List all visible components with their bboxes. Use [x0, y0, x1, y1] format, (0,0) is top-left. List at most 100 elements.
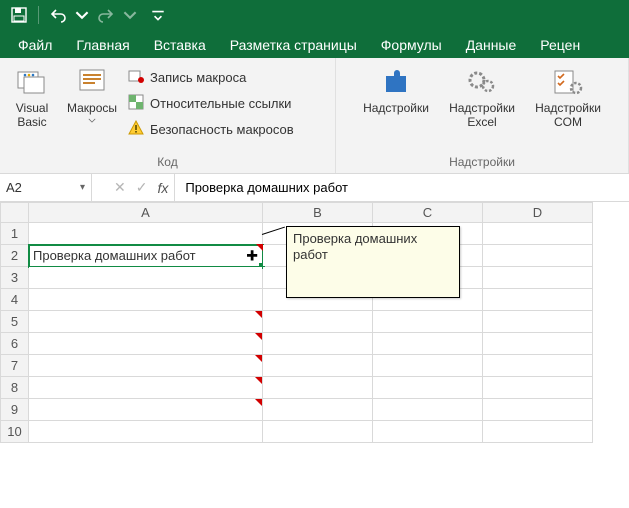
cell[interactable] [29, 355, 263, 377]
column-header[interactable]: D [483, 203, 593, 223]
tab-insert[interactable]: Вставка [142, 32, 218, 58]
cell[interactable] [483, 267, 593, 289]
cell[interactable] [29, 311, 263, 333]
tab-formulas[interactable]: Формулы [369, 32, 454, 58]
ribbon-group-code: Visual Basic Макросы Запись макроса [0, 58, 336, 173]
column-header[interactable]: A [29, 203, 263, 223]
cell[interactable] [373, 421, 483, 443]
cell[interactable] [29, 377, 263, 399]
row-header[interactable]: 9 [1, 399, 29, 421]
chevron-down-icon[interactable]: ▾ [80, 182, 85, 193]
puzzle-icon [380, 66, 412, 98]
visual-basic-button[interactable]: Visual Basic [8, 62, 56, 153]
relative-refs-label: Относительные ссылки [150, 96, 291, 111]
cell[interactable] [263, 399, 373, 421]
worksheet-grid[interactable]: A B C D 1 2 Проверка домашних работ ✚ 3 … [0, 202, 629, 443]
ribbon-tabs: Файл Главная Вставка Разметка страницы Ф… [0, 30, 629, 58]
tab-page-layout[interactable]: Разметка страницы [218, 32, 369, 58]
row-header[interactable]: 7 [1, 355, 29, 377]
cell[interactable] [483, 421, 593, 443]
cell[interactable] [483, 311, 593, 333]
cell[interactable] [263, 311, 373, 333]
row-header[interactable]: 6 [1, 333, 29, 355]
cell[interactable] [263, 355, 373, 377]
ribbon: Visual Basic Макросы Запись макроса [0, 58, 629, 174]
cell[interactable] [373, 377, 483, 399]
column-header[interactable]: C [373, 203, 483, 223]
comment-tooltip[interactable]: Проверка домашних работ [286, 226, 460, 298]
row-header[interactable]: 4 [1, 289, 29, 311]
name-box-value: A2 [6, 180, 22, 195]
confirm-icon[interactable]: ✓ [136, 179, 148, 196]
quick-access-toolbar [0, 0, 629, 30]
group-label-code: Код [8, 153, 327, 171]
cell[interactable] [29, 267, 263, 289]
cell[interactable] [373, 355, 483, 377]
warning-triangle-icon [128, 120, 144, 139]
row-header[interactable]: 1 [1, 223, 29, 245]
comment-text: Проверка домашних работ [293, 231, 417, 262]
comment-indicator-icon [255, 377, 262, 384]
column-header[interactable]: B [263, 203, 373, 223]
relative-refs-button[interactable]: Относительные ссылки [128, 92, 294, 114]
comment-indicator-icon [255, 399, 262, 406]
excel-addins-button[interactable]: Надстройки Excel [442, 62, 522, 153]
com-addins-label: Надстройки COM [528, 102, 608, 130]
row-header[interactable]: 2 [1, 245, 29, 267]
cell[interactable] [29, 333, 263, 355]
tab-data[interactable]: Данные [454, 32, 529, 58]
cell[interactable] [263, 377, 373, 399]
cell[interactable] [483, 377, 593, 399]
cell[interactable] [29, 289, 263, 311]
row-header[interactable]: 5 [1, 311, 29, 333]
tab-home[interactable]: Главная [64, 32, 141, 58]
row-header[interactable]: 10 [1, 421, 29, 443]
tab-file[interactable]: Файл [6, 32, 64, 58]
group-label-addins: Надстройки [344, 153, 620, 171]
undo-icon[interactable] [45, 3, 71, 27]
cell[interactable] [483, 289, 593, 311]
cell[interactable] [373, 399, 483, 421]
relative-refs-icon [128, 94, 144, 113]
cell[interactable] [29, 223, 263, 245]
formula-bar-buttons: ✕ ✓ fx [92, 174, 175, 201]
visual-basic-icon [16, 66, 48, 98]
cell[interactable] [263, 333, 373, 355]
cell[interactable] [483, 333, 593, 355]
cell[interactable] [483, 399, 593, 421]
save-icon[interactable] [6, 3, 32, 27]
checklist-gear-icon [552, 66, 584, 98]
macro-security-button[interactable]: Безопасность макросов [128, 118, 294, 140]
name-box[interactable]: A2 ▾ [0, 174, 92, 201]
redo-icon[interactable] [93, 3, 119, 27]
record-macro-icon [128, 68, 144, 87]
tab-review[interactable]: Рецен [528, 32, 592, 58]
record-macro-button[interactable]: Запись макроса [128, 66, 294, 88]
cell[interactable] [263, 421, 373, 443]
cell-active[interactable]: Проверка домашних работ ✚ [29, 245, 263, 267]
comment-indicator-icon [255, 311, 262, 318]
row-header[interactable]: 3 [1, 267, 29, 289]
cell[interactable] [29, 421, 263, 443]
gears-icon [466, 66, 498, 98]
formula-input[interactable] [175, 174, 629, 201]
row-header[interactable]: 8 [1, 377, 29, 399]
addins-button[interactable]: Надстройки [356, 62, 436, 153]
qat-customize-icon[interactable] [149, 3, 167, 27]
cell[interactable] [29, 399, 263, 421]
cell[interactable] [483, 355, 593, 377]
undo-dropdown-icon[interactable] [75, 3, 89, 27]
cell[interactable] [483, 245, 593, 267]
macros-label: Макросы [67, 102, 117, 116]
com-addins-button[interactable]: Надстройки COM [528, 62, 608, 153]
select-all-corner[interactable] [1, 203, 29, 223]
fx-icon[interactable]: fx [157, 180, 168, 196]
formula-bar: A2 ▾ ✕ ✓ fx [0, 174, 629, 202]
record-macro-label: Запись макроса [150, 70, 246, 85]
cancel-icon[interactable]: ✕ [114, 179, 126, 196]
cell[interactable] [373, 311, 483, 333]
macros-button[interactable]: Макросы [62, 62, 122, 153]
cell[interactable] [483, 223, 593, 245]
redo-dropdown-icon [123, 3, 137, 27]
cell[interactable] [373, 333, 483, 355]
